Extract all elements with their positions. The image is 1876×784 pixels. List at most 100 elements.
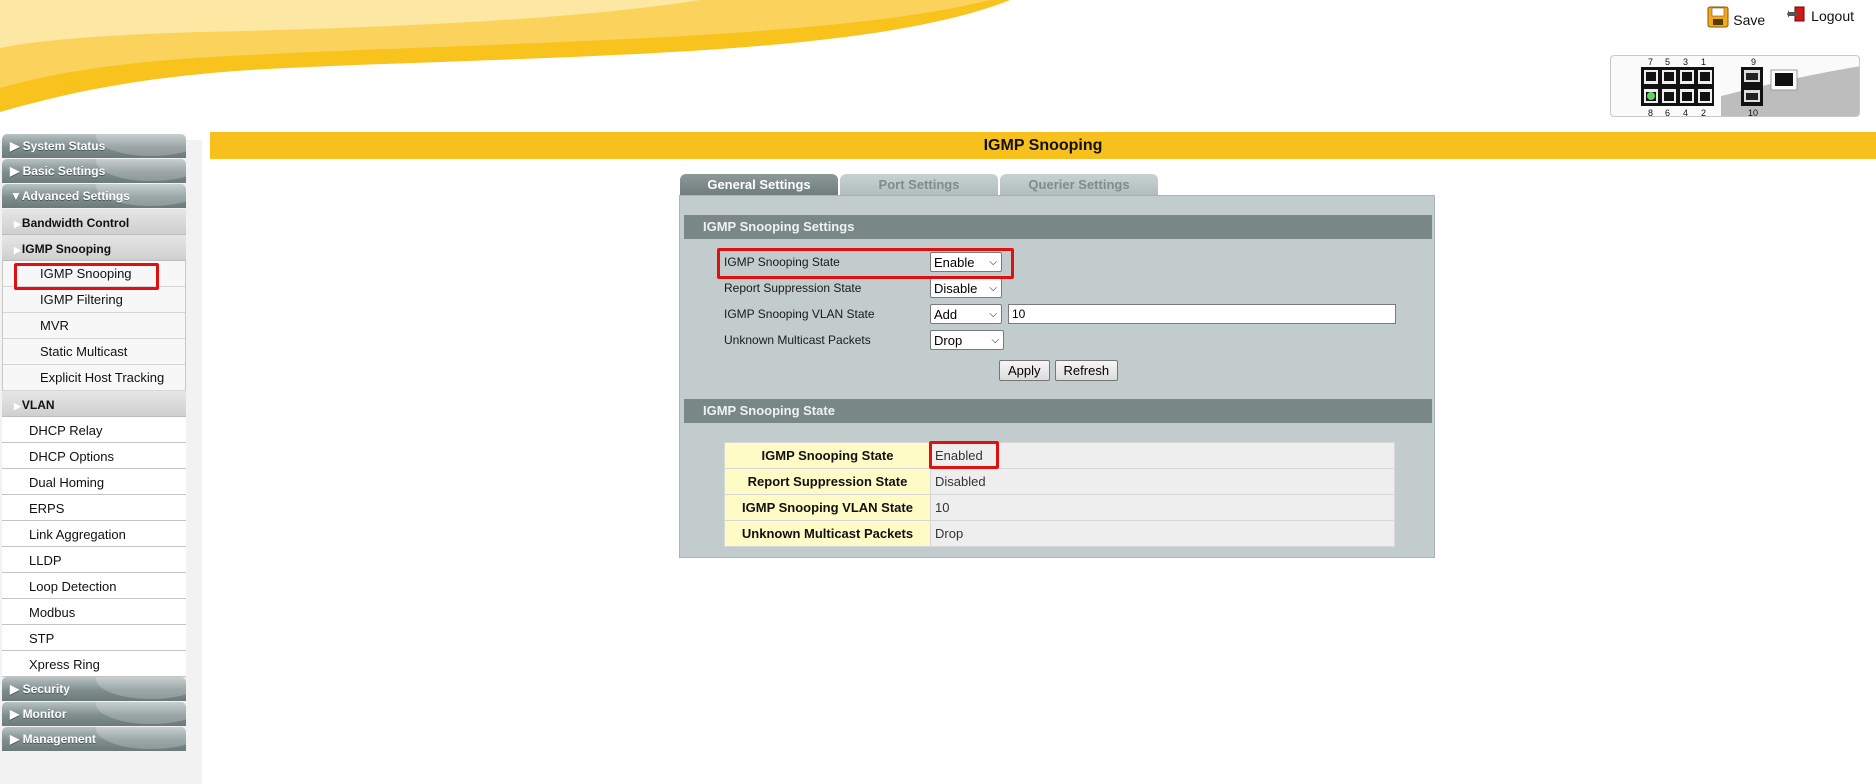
status-value: Enabled [930, 442, 1395, 469]
logout-icon [1787, 6, 1805, 22]
table-row: IGMP Snooping VLAN State 10 [724, 494, 1395, 521]
page-title: IGMP Snooping [210, 132, 1876, 159]
refresh-button[interactable]: Refresh [1054, 360, 1119, 381]
status-key: IGMP Snooping State [724, 442, 931, 469]
tab-port-settings[interactable]: Port Settings [840, 174, 998, 196]
nav-mvr[interactable]: MVR [3, 313, 185, 339]
igmp-snooping-state-value: Enable [934, 254, 975, 270]
tab-querier-settings[interactable]: Querier Settings [1000, 174, 1158, 196]
table-row: Unknown Multicast Packets Drop [724, 520, 1395, 547]
nav-monitor[interactable]: ▶ Monitor [2, 702, 186, 726]
vlan-action-value: Add [934, 306, 958, 322]
floppy-disk-icon [1707, 6, 1729, 28]
unknown-multicast-packets-select[interactable]: Drop ⌵ [930, 330, 1004, 350]
nav-stp[interactable]: STP [2, 625, 186, 651]
vlan-action-select[interactable]: Add ⌵ [930, 304, 1002, 324]
row-unknown-multicast-packets: Unknown Multicast Packets Drop ⌵ [724, 329, 1004, 351]
row-igmp-snooping-state: IGMP Snooping State Enable ⌵ [724, 251, 1002, 273]
nav-static-multicast[interactable]: Static Multicast [3, 339, 185, 365]
port-label-9: 9 [1751, 57, 1756, 67]
switch-ports-graphic: 7 5 3 1 9 8 6 4 2 10 [1641, 57, 1859, 117]
nav-system-status-label: System Status [22, 139, 106, 153]
nav-bandwidth-control-label: Bandwidth Control [21, 216, 130, 230]
status-key: Unknown Multicast Packets [724, 520, 931, 547]
row-igmp-snooping-vlan-state: IGMP Snooping VLAN State Add ⌵ [724, 303, 1396, 325]
port-label-2: 2 [1701, 108, 1706, 117]
status-value: Drop [930, 520, 1395, 547]
nav-basic-settings-label: Basic Settings [22, 164, 106, 178]
nav-bandwidth-control[interactable]: ▶Bandwidth Control [2, 209, 186, 235]
nav-dual-homing[interactable]: Dual Homing [2, 469, 186, 495]
nav-erps[interactable]: ERPS [2, 495, 186, 521]
nav-vlan[interactable]: ▶VLAN [2, 391, 186, 417]
save-link[interactable]: Save [1707, 6, 1765, 28]
nav-dhcp-options[interactable]: DHCP Options [2, 443, 186, 469]
port-link-led [1647, 92, 1655, 100]
chevron-down-icon: ⌵ [989, 308, 997, 320]
nav-management[interactable]: ▶ Management [2, 727, 186, 751]
nav-security[interactable]: ▶ Security [2, 677, 186, 701]
nav-igmp-group[interactable]: ▶IGMP Snooping [2, 235, 186, 261]
vlan-id-input[interactable] [1008, 304, 1396, 324]
tab-bar: General Settings Port Settings Querier S… [680, 174, 1158, 196]
report-suppression-state-select[interactable]: Disable ⌵ [930, 278, 1002, 298]
nav-igmp-group-label: IGMP Snooping [21, 242, 112, 256]
nav-basic-settings[interactable]: ▶ Basic Settings [2, 159, 186, 183]
nav-management-label: Management [22, 732, 96, 746]
nav-loop-detection[interactable]: Loop Detection [2, 573, 186, 599]
table-row: IGMP Snooping State Enabled [724, 442, 1395, 469]
nav-system-status[interactable]: ▶ System Status [2, 134, 186, 158]
port-label-5: 5 [1665, 57, 1670, 67]
unknown-multicast-packets-value: Drop [934, 332, 963, 348]
settings-panel: IGMP Snooping Settings IGMP Snooping Sta… [679, 195, 1435, 558]
status-key: Report Suppression State [724, 468, 931, 495]
header-banner [0, 0, 1010, 112]
igmp-snooping-vlan-state-label: IGMP Snooping VLAN State [724, 307, 875, 321]
apply-button[interactable]: Apply [999, 360, 1050, 381]
nav-security-label: Security [22, 682, 70, 696]
nav-vlan-label: VLAN [21, 398, 55, 412]
igmp-snooping-state-select[interactable]: Enable ⌵ [930, 252, 1002, 272]
igmp-submenu: IGMP Snooping IGMP Filtering MVR Static … [2, 261, 186, 391]
save-label: Save [1733, 12, 1766, 28]
nav-link-aggregation[interactable]: Link Aggregation [2, 521, 186, 547]
nav-dhcp-relay[interactable]: DHCP Relay [2, 417, 186, 443]
sidebar-nav: ▶ System Status ▶ Basic Settings ▼Advanc… [2, 134, 186, 752]
status-table: IGMP Snooping State Enabled Report Suppr… [724, 442, 1395, 547]
logout-link[interactable]: Logout [1787, 6, 1854, 24]
unknown-multicast-packets-label: Unknown Multicast Packets [724, 333, 871, 347]
igmp-snooping-state-label: IGMP Snooping State [724, 255, 840, 269]
nav-xpress-ring[interactable]: Xpress Ring [2, 651, 186, 677]
nav-advanced-settings[interactable]: ▼Advanced Settings [2, 184, 186, 208]
form-actions: Apply Refresh [999, 360, 1119, 381]
port-label-8: 8 [1648, 108, 1653, 117]
port-label-6: 6 [1665, 108, 1670, 117]
nav-igmp-filtering[interactable]: IGMP Filtering [3, 287, 185, 313]
port-label-1: 1 [1701, 57, 1706, 67]
status-value: 10 [930, 494, 1395, 521]
port-label-4: 4 [1683, 108, 1688, 117]
status-key: IGMP Snooping VLAN State [724, 494, 931, 521]
chevron-down-icon: ⌵ [989, 256, 997, 268]
port-label-7: 7 [1648, 57, 1653, 67]
nav-igmp-snooping[interactable]: IGMP Snooping [3, 261, 185, 287]
nav-lldp[interactable]: LLDP [2, 547, 186, 573]
settings-section-title: IGMP Snooping Settings [684, 215, 1432, 239]
logout-label: Logout [1811, 8, 1854, 24]
status-section-title: IGMP Snooping State [684, 399, 1432, 423]
chevron-down-icon: ⌵ [989, 282, 997, 294]
report-suppression-state-value: Disable [934, 280, 978, 296]
nav-monitor-label: Monitor [22, 707, 67, 721]
row-report-suppression-state: Report Suppression State Disable ⌵ [724, 277, 1002, 299]
chevron-down-icon: ⌵ [991, 334, 999, 346]
switch-port-panel: 7 5 3 1 9 8 6 4 2 10 [1610, 55, 1860, 117]
tab-general-settings[interactable]: General Settings [680, 174, 838, 196]
nav-modbus[interactable]: Modbus [2, 599, 186, 625]
port-label-10: 10 [1748, 108, 1758, 117]
report-suppression-state-label: Report Suppression State [724, 281, 862, 295]
status-value: Disabled [930, 468, 1395, 495]
port-label-3: 3 [1683, 57, 1688, 67]
nav-explicit-host-tracking[interactable]: Explicit Host Tracking [3, 365, 185, 391]
nav-advanced-settings-label: Advanced Settings [21, 189, 130, 203]
table-row: Report Suppression State Disabled [724, 468, 1395, 495]
